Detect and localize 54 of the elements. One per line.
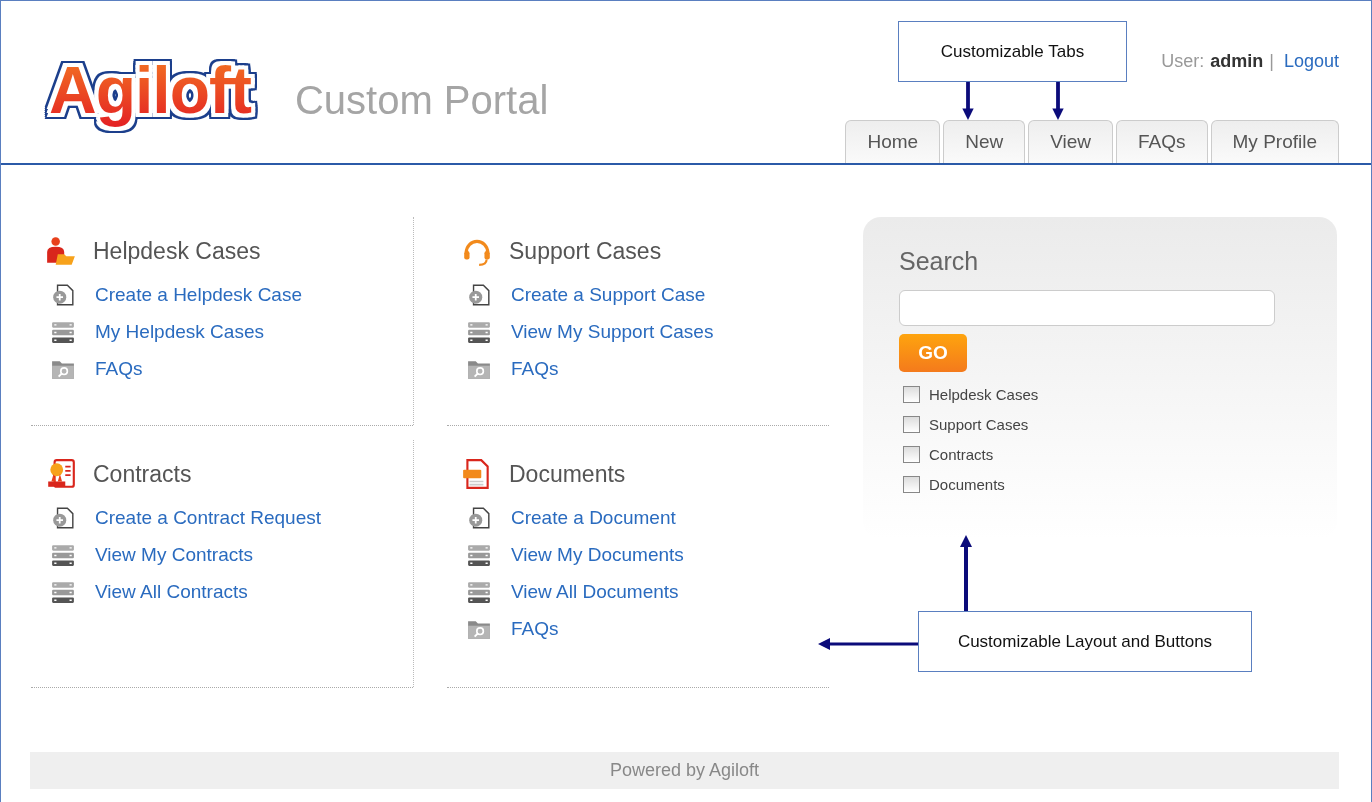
add-document-icon [51,283,75,307]
add-document-icon [467,283,491,307]
portal-link[interactable]: FAQs [95,358,143,380]
section-title: Helpdesk Cases [93,237,261,265]
section-title: Contracts [93,460,192,488]
search-field[interactable] [899,290,1275,326]
server-stack-icon [51,320,75,344]
server-stack-icon [51,543,75,567]
portal-link[interactable]: View My Documents [511,544,684,566]
section-title: Support Cases [509,237,662,265]
section-title: Documents [509,460,626,488]
arrow [962,82,974,120]
callout-box: Customizable Layout and Buttons [918,611,1252,672]
logout-link[interactable]: Logout [1283,51,1339,72]
checkbox-label: Helpdesk Cases [929,386,1039,403]
checkbox[interactable] [903,386,920,403]
server-stack-icon [467,580,491,604]
tab[interactable]: New [943,120,1026,163]
search-title: Search [899,247,979,276]
portal-link[interactable]: View All Documents [511,581,679,603]
checkbox-label: Documents [929,476,1005,493]
server-stack-icon [467,543,491,567]
certificate-icon [45,458,77,490]
callout-box: Customizable Tabs [898,21,1127,82]
checkbox[interactable] [903,446,920,463]
portal-link[interactable]: Create a Document [511,507,676,529]
checkbox-label: Contracts [929,446,994,463]
arrow [1052,82,1064,120]
portal-link[interactable]: Create a Helpdesk Case [95,284,302,306]
portal-link[interactable]: My Helpdesk Cases [95,321,264,343]
portal-link[interactable]: View My Support Cases [511,321,714,343]
user-name: admin [1210,51,1264,72]
server-stack-icon [467,320,491,344]
checkbox[interactable] [903,476,920,493]
portal-link[interactable]: Create a Contract Request [95,507,321,529]
tab[interactable]: FAQs [1116,120,1208,163]
portal-link[interactable]: FAQs [511,358,559,380]
checkbox[interactable] [903,416,920,433]
tab[interactable]: My Profile [1210,120,1339,163]
separator: | [1269,51,1274,72]
portal-link[interactable]: View All Contracts [95,581,248,603]
user-label: User: [1161,51,1205,72]
person-folder-icon [45,235,77,267]
tab[interactable]: Home [845,120,941,163]
server-stack-icon [51,580,75,604]
portal-title: Custom Portal [294,78,549,123]
portal-link[interactable]: Create a Support Case [511,284,706,306]
add-document-icon [467,506,491,530]
checkbox-label: Support Cases [929,416,1029,433]
footer-text: Powered by Agiloft [609,760,760,781]
add-document-icon [51,506,75,530]
portal-link[interactable]: View My Contracts [95,544,254,566]
tab[interactable]: View [1028,120,1113,163]
portal-link[interactable]: FAQs [511,618,559,640]
